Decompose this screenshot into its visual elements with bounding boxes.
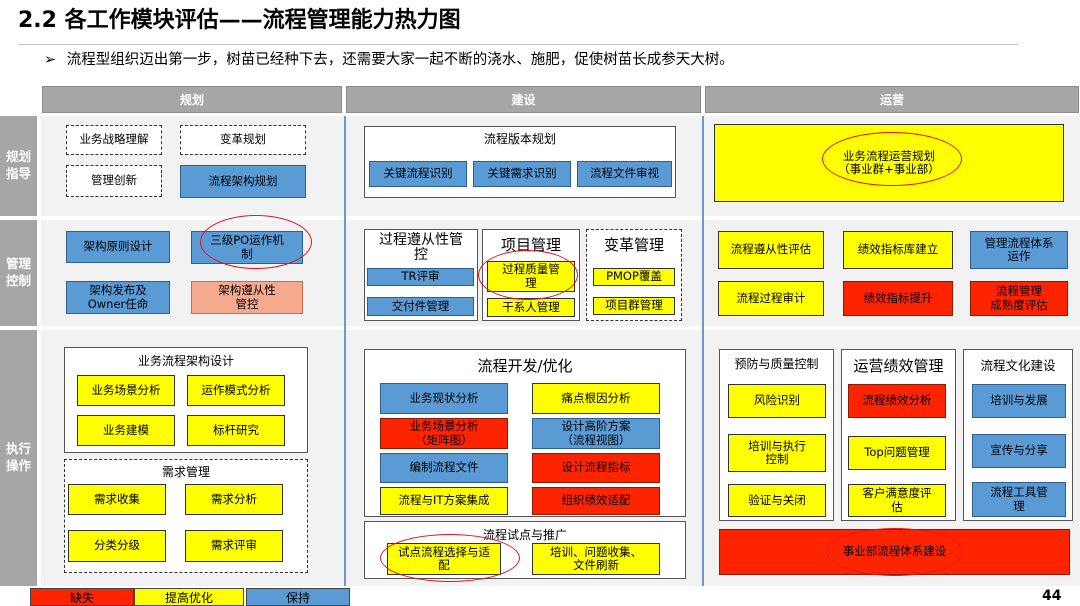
arch-plan-box: 流程架构规划 — [180, 165, 306, 198]
perf-mgmt-title: 运营绩效管理 — [853, 357, 944, 375]
maturity-eval-box: 流程管理 成熟度评估 — [970, 281, 1068, 316]
biz-model-box: 业务建模 — [77, 415, 175, 446]
kpi-library-box: 绩效指标库建立 — [843, 231, 953, 269]
process-audit-box: 流程过程审计 — [718, 281, 824, 316]
train-develop-box: 培训与发展 — [972, 384, 1066, 418]
title-divider — [18, 44, 1018, 45]
process-compliance-title: 过程遵从性管 控 — [379, 232, 463, 263]
scene-analysis-box: 业务场景分析 — [77, 375, 175, 406]
top-issue-box: Top问题管理 — [848, 436, 946, 470]
column-header-plan: 规划 — [42, 86, 342, 113]
scene-matrix-box: 业务场景分析 （矩阵图） — [380, 418, 508, 449]
column-header-build: 建设 — [346, 86, 701, 113]
arch-design-box: 架构原则设计 — [66, 231, 170, 263]
compile-docs-box: 编制流程文件 — [380, 453, 508, 483]
culture-title: 流程文化建设 — [980, 358, 1056, 373]
legend-improve: 提高优化 — [134, 588, 244, 606]
row-label-guide: 规划 指导 — [0, 116, 37, 216]
page-number: 44 — [1042, 588, 1062, 604]
it-integrate-box: 流程与IT方案集成 — [380, 487, 508, 515]
perf-analysis-box: 流程绩效分析 — [848, 384, 946, 418]
highlight-circle — [200, 215, 312, 269]
page-title: 2.2 各工作模块评估——流程管理能力热力图 — [18, 8, 461, 33]
mgmt-innovation-box: 管理创新 — [66, 165, 162, 197]
deliverable-mgmt-box: 交付件管理 — [367, 297, 474, 316]
highlight-circle — [380, 534, 520, 582]
root-cause-box: 痛点根因分析 — [532, 383, 660, 414]
tr-review-box: TR评审 — [367, 268, 474, 286]
stakeholder-box: 干系人管理 — [487, 298, 575, 317]
portfolio-box: 项目群管理 — [593, 297, 675, 315]
key-flow-box: 关键流程识别 — [369, 161, 467, 187]
training-box: 培训、问题收集、 文件刷新 — [532, 543, 660, 575]
benchmark-box: 标杆研究 — [187, 415, 285, 446]
high-level-design-box: 设计高阶方案 （流程视图） — [532, 418, 660, 449]
req-review-box: 需求评审 — [185, 530, 283, 562]
arch-comply-box: 架构遵从性 管控 — [191, 281, 303, 314]
req-collect-box: 需求收集 — [68, 484, 166, 515]
doc-review-box: 流程文件审视 — [577, 161, 672, 187]
op-mode-box: 运作模式分析 — [187, 375, 285, 406]
org-fit-box: 组织绩效适配 — [532, 487, 660, 515]
highlight-circle — [822, 132, 962, 186]
risk-quality-title: 预防与质量控制 — [734, 357, 819, 371]
highlight-circle — [478, 250, 578, 300]
design-kpi-box: 设计流程指标 — [532, 453, 660, 483]
page-subtitle: ➢ 流程型组织迈出第一步，树苗已经种下去，还需要大家一起不断的浇水、施肥，促使树… — [44, 48, 734, 69]
req-analysis-box: 需求分析 — [185, 484, 283, 515]
highlight-circle — [826, 528, 964, 576]
legend-missing: 缺失 — [30, 588, 134, 606]
satisfaction-box: 客户满意度评 估 — [848, 484, 946, 517]
dev-optimize-title: 流程开发/优化 — [477, 357, 573, 375]
system-ops-box: 管理流程体系 运作 — [970, 231, 1068, 269]
tool-mgmt-box: 流程工具管 理 — [972, 482, 1066, 517]
legend-keep: 保持 — [246, 588, 350, 606]
risk-identify-box: 风险识别 — [728, 384, 826, 418]
change-plan-box: 变革规划 — [180, 125, 306, 155]
req-mgmt-title: 需求管理 — [161, 465, 210, 479]
row-label-execute: 执行 操作 — [0, 330, 37, 586]
version-plan-title: 流程版本规划 — [483, 132, 556, 146]
column-separator-1 — [344, 116, 346, 586]
verify-close-box: 验证与关闭 — [728, 484, 826, 517]
bullet-arrow-icon: ➢ — [44, 52, 57, 68]
column-header-operate: 运营 — [705, 86, 1079, 113]
biz-strategy-box: 业务战略理解 — [66, 125, 162, 155]
comply-eval-box: 流程遵从性评估 — [718, 231, 824, 269]
kpi-improve-box: 绩效指标提升 — [843, 281, 953, 316]
classify-box: 分类分级 — [68, 530, 166, 562]
train-exec-box: 培训与执行 控制 — [728, 434, 826, 472]
promote-share-box: 宣传与分享 — [972, 434, 1066, 468]
status-analysis-box: 业务现状分析 — [380, 383, 508, 414]
pmop-box: PMOP覆盖 — [593, 268, 675, 286]
row-label-control: 管理 控制 — [0, 220, 37, 326]
change-mgmt-title: 变革管理 — [603, 236, 664, 254]
key-req-box: 关键需求识别 — [473, 161, 571, 187]
subtitle-text: 流程型组织迈出第一步，树苗已经种下去，还需要大家一起不断的浇水、施肥，促使树苗长… — [66, 52, 734, 68]
column-separator-2 — [702, 116, 704, 586]
arch-release-box: 架构发布及 Owner任命 — [66, 281, 170, 314]
arch-design-title: 业务流程架构设计 — [137, 354, 234, 368]
